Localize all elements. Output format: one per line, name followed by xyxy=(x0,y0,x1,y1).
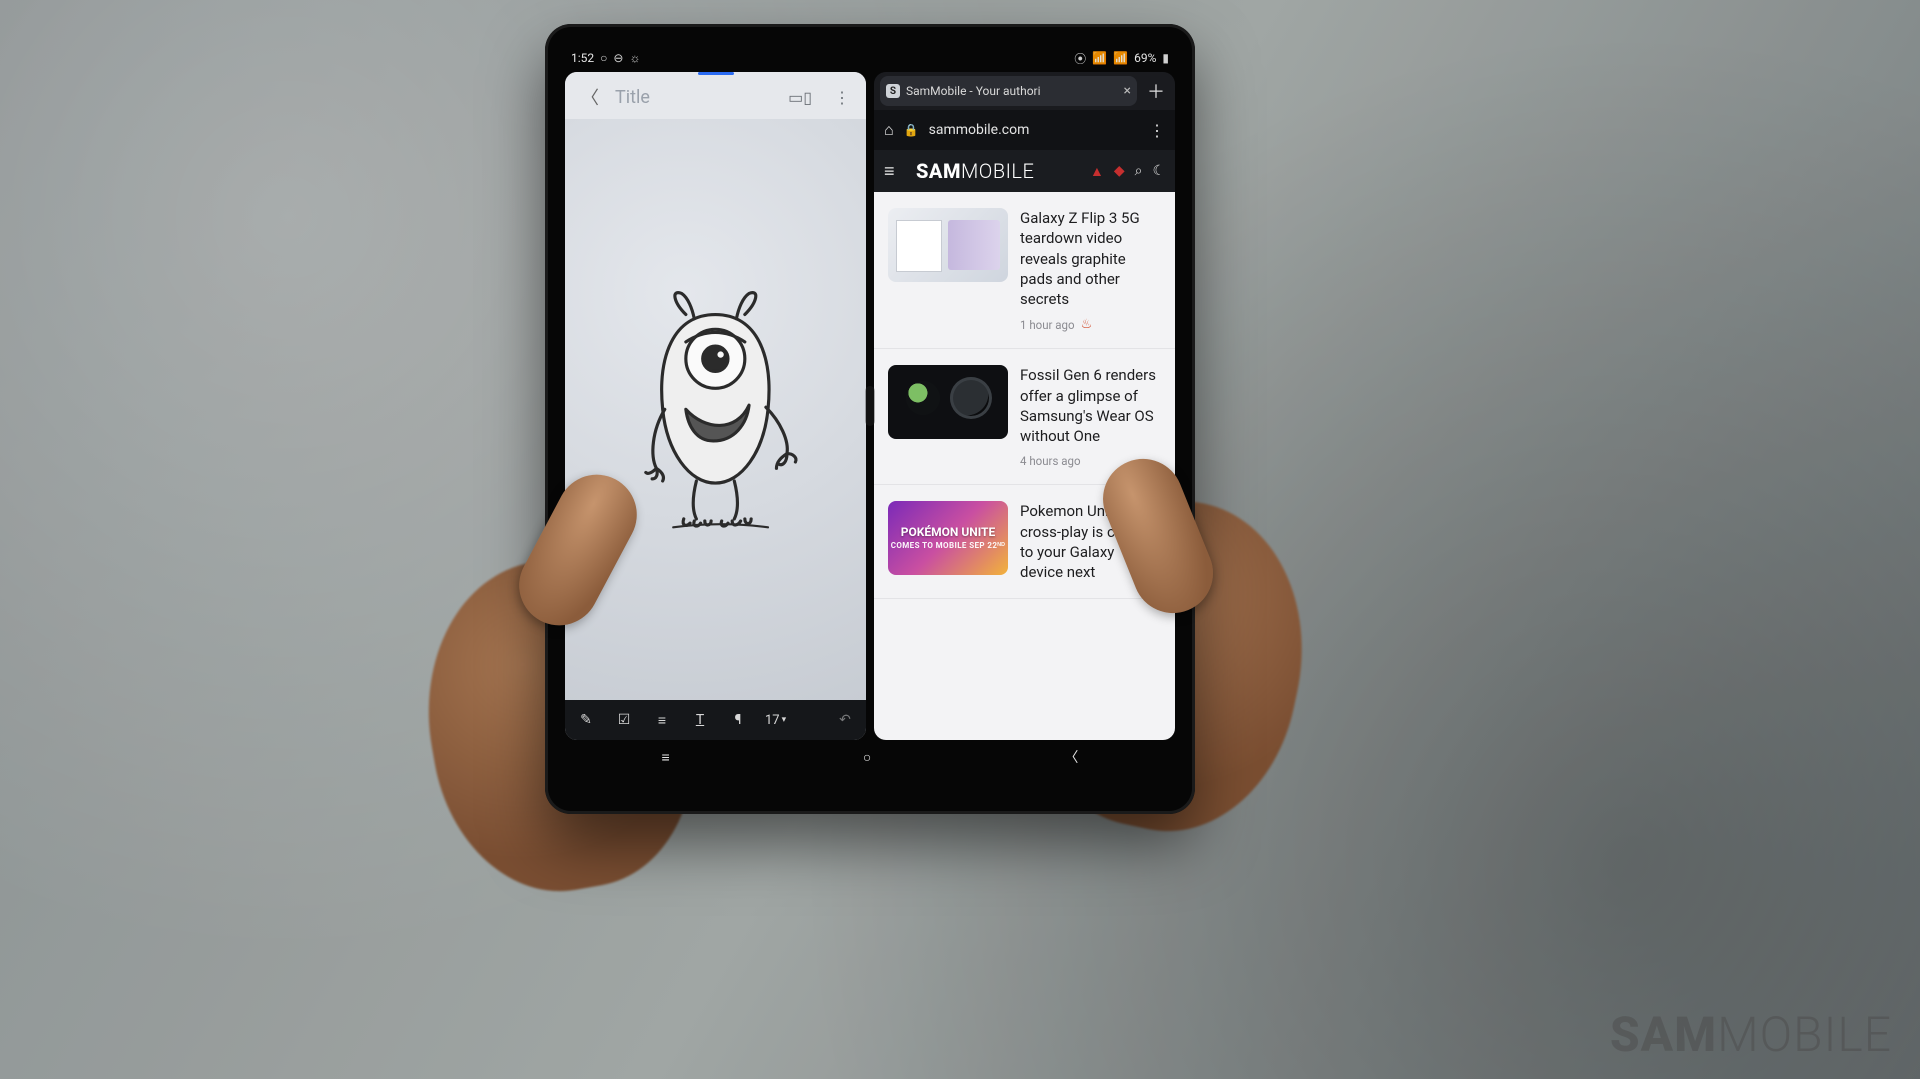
back-nav-button[interactable]: 〈 xyxy=(1064,747,1078,767)
article-thumbnail xyxy=(888,208,1008,282)
foldable-phone: 1:52 ○ ⊖ ☼ ⦿ 📶 📶 69% ▮ 〈 Title ▭▯ ⋮ xyxy=(545,24,1195,814)
home-button[interactable]: ○ xyxy=(863,749,871,766)
wifi-icon: ⦿ xyxy=(1074,50,1086,67)
browser-pane: S SamMobile - Your authori × ＋ ⌂ 🔒 sammo… xyxy=(874,72,1175,740)
trending-icon: ♨ xyxy=(1081,317,1093,332)
volte-icon: 📶 xyxy=(1092,51,1107,65)
notes-header: 〈 Title ▭▯ ⋮ xyxy=(565,75,866,119)
url-text[interactable]: sammobile.com xyxy=(929,122,1139,138)
article-item[interactable]: Galaxy Z Flip 3 5G teardown video reveal… xyxy=(874,192,1175,349)
back-button[interactable]: 〈 xyxy=(575,80,605,114)
article-title: Galaxy Z Flip 3 5G teardown video reveal… xyxy=(1020,208,1161,309)
pen-tool-icon[interactable]: ✎ xyxy=(575,712,597,728)
article-title: Fossil Gen 6 renders offer a glimpse of … xyxy=(1020,365,1161,446)
split-screen: 〈 Title ▭▯ ⋮ xyxy=(565,72,1175,740)
image-watermark: SAMMOBILE xyxy=(1610,1006,1892,1063)
site-header: ≡ SAMMOBILE ▲ ◆ ⌕ ☾ xyxy=(874,150,1175,192)
font-size-control[interactable]: 17▾ xyxy=(765,713,786,728)
notes-app-pane: 〈 Title ▭▯ ⋮ xyxy=(565,72,866,740)
browser-menu-icon[interactable]: ⋮ xyxy=(1149,121,1165,140)
note-title-input[interactable]: Title xyxy=(615,87,772,108)
lock-icon: 🔒 xyxy=(904,123,919,137)
text-style-icon[interactable]: T xyxy=(689,712,711,728)
battery-percent: 69% xyxy=(1134,51,1156,65)
browser-tab-row: S SamMobile - Your authori × ＋ xyxy=(874,72,1175,110)
article-thumbnail xyxy=(888,365,1008,439)
browser-tab[interactable]: S SamMobile - Your authori × xyxy=(880,76,1137,106)
sun-icon: ☼ xyxy=(629,51,640,65)
signal-icon: 📶 xyxy=(1113,51,1128,65)
sketch-drawing xyxy=(610,206,821,613)
reading-mode-icon[interactable]: ▭▯ xyxy=(782,84,818,111)
more-icon[interactable]: ⋮ xyxy=(828,84,856,111)
hamburger-icon[interactable]: ≡ xyxy=(884,161,906,182)
user-icon[interactable]: ▲ xyxy=(1090,163,1104,180)
notes-footer-toolbar: ✎ ☑ ≡ T ¶ 17▾ ↶ xyxy=(565,700,866,740)
battery-icon: ▮ xyxy=(1162,51,1169,65)
undo-icon[interactable]: ↶ xyxy=(834,712,856,728)
address-bar-row: ⌂ 🔒 sammobile.com ⋮ xyxy=(874,110,1175,150)
dnd-icon: ⊖ xyxy=(613,51,623,65)
dark-mode-icon[interactable]: ☾ xyxy=(1152,163,1165,179)
align-icon[interactable]: ≡ xyxy=(651,712,673,729)
whatsapp-icon: ○ xyxy=(600,51,607,65)
recents-button[interactable]: ≡ xyxy=(662,749,670,766)
drawing-canvas[interactable] xyxy=(565,119,866,700)
text-block-icon[interactable]: ¶ xyxy=(727,712,749,728)
article-meta: 1 hour ago ♨ xyxy=(1020,317,1161,332)
article-thumbnail: POKÉMON UNITE COMES TO MOBILE SEP 22ᴺᴰ xyxy=(888,501,1008,575)
status-bar: 1:52 ○ ⊖ ☼ ⦿ 📶 📶 69% ▮ xyxy=(565,50,1175,72)
new-tab-button[interactable]: ＋ xyxy=(1143,78,1169,104)
tab-title: SamMobile - Your authori xyxy=(906,84,1118,98)
gift-icon[interactable]: ◆ xyxy=(1114,163,1125,179)
checklist-icon[interactable]: ☑ xyxy=(613,712,635,728)
android-nav-bar: ≡ ○ 〈 xyxy=(565,740,1175,774)
split-divider-handle[interactable] xyxy=(865,386,875,426)
status-time: 1:52 xyxy=(571,51,594,65)
close-tab-icon[interactable]: × xyxy=(1124,83,1131,99)
search-icon[interactable]: ⌕ xyxy=(1135,163,1143,179)
notes-progress-indicator xyxy=(565,72,866,75)
home-icon[interactable]: ⌂ xyxy=(884,120,894,140)
site-logo[interactable]: SAMMOBILE xyxy=(916,159,1080,183)
favicon: S xyxy=(886,84,900,98)
